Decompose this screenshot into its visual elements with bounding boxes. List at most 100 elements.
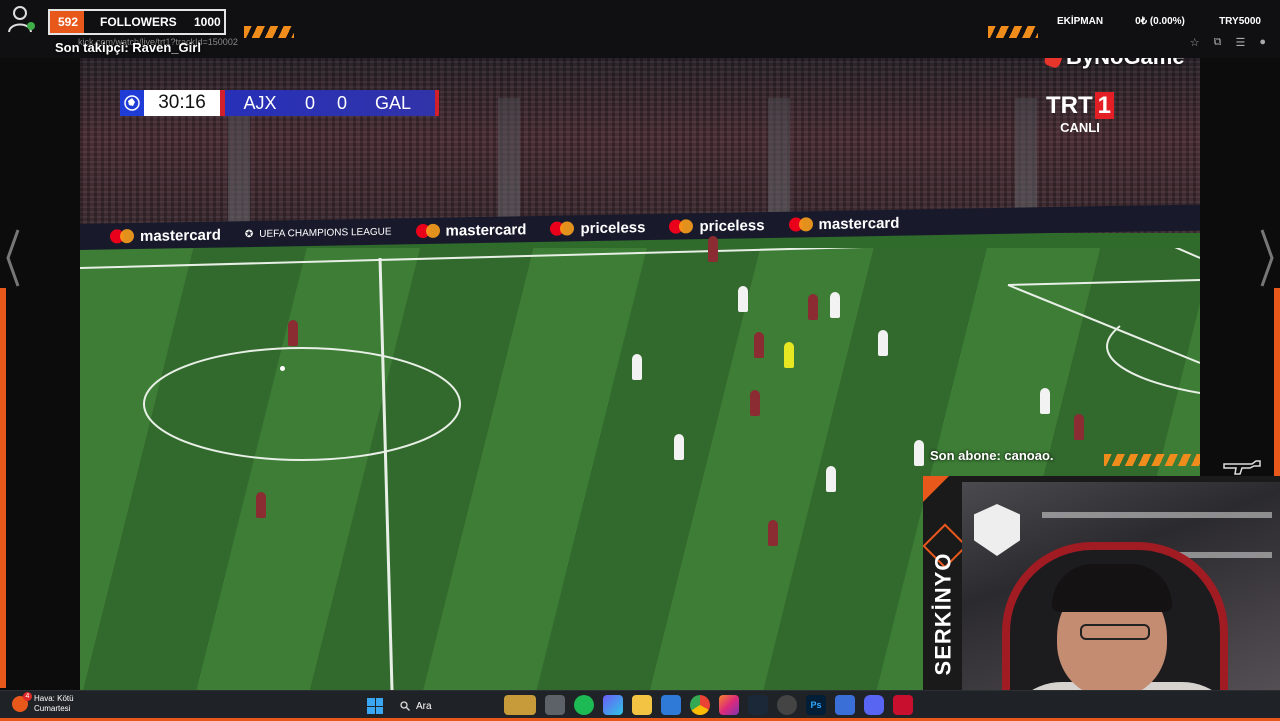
mastercard-logo-icon	[789, 217, 813, 231]
stream-overlay-topbar: 592 FOLLOWERS 1000 kick.com/watch/live/t…	[0, 0, 1280, 58]
chevron-right-icon	[1260, 229, 1274, 287]
stadium-stairs	[498, 98, 520, 233]
decorative-stripes	[244, 26, 294, 38]
channel-name: TRT	[1046, 92, 1093, 119]
weather-icon: 4	[12, 692, 32, 712]
channel-logo: TRT 1 CANLI	[1046, 92, 1115, 135]
player	[738, 286, 748, 312]
player	[256, 492, 266, 518]
bynogame-logo-icon	[1043, 58, 1065, 70]
referee	[784, 342, 794, 368]
chevron-left-icon	[6, 229, 20, 287]
discord-icon[interactable]	[864, 695, 884, 715]
away-score: 0	[336, 92, 347, 113]
game-app-icon[interactable]	[504, 695, 536, 715]
search-icon	[400, 701, 410, 711]
stadium-stairs	[228, 98, 250, 233]
instagram-icon[interactable]	[719, 695, 739, 715]
player	[708, 236, 718, 262]
ad-board: mastercard	[416, 221, 527, 240]
player	[754, 332, 764, 358]
decorative-stripes	[1104, 454, 1200, 466]
obs-icon[interactable]	[777, 695, 797, 715]
player	[808, 294, 818, 320]
player	[1074, 414, 1084, 440]
ball	[280, 366, 285, 371]
player	[1040, 388, 1050, 414]
follower-count: 592	[58, 15, 79, 29]
app-red-icon[interactable]	[893, 695, 913, 715]
task-view-icon[interactable]	[545, 695, 565, 715]
follower-goal-bar: 592 FOLLOWERS 1000	[48, 9, 226, 35]
glasses	[1080, 624, 1150, 640]
last-subscriber-text: Son abone: canoao.	[930, 448, 1054, 463]
home-team: AJX	[243, 92, 277, 113]
coupon-code: TRY5000	[1219, 15, 1261, 27]
mastercard-logo-icon	[110, 229, 134, 243]
taskbar-search[interactable]: Ara	[392, 696, 500, 716]
player	[632, 354, 642, 380]
ad-board: mastercard	[789, 214, 900, 233]
taskbar-apps: Ps	[504, 695, 913, 715]
app-icon[interactable]	[835, 695, 855, 715]
webcam-feed	[962, 482, 1280, 720]
player	[830, 292, 840, 318]
weather-widget[interactable]: 4 Hava: Kötü Cumartesi	[12, 692, 74, 714]
streamer-hair	[1052, 564, 1172, 612]
streamer-name: SERKİNYO	[930, 552, 956, 676]
user-add-icon	[8, 6, 35, 33]
away-team: GAL	[374, 92, 412, 113]
match-clock: 30:16	[144, 90, 220, 116]
menu-icon: ☰	[1235, 37, 1246, 49]
star-icon: ☆	[1189, 37, 1200, 49]
player	[750, 390, 760, 416]
follower-goal: 1000	[194, 15, 221, 29]
weather-day: Cumartesi	[34, 704, 71, 713]
browser-toolbar-ghost: ☆ ⧉ ☰ ●	[1190, 36, 1266, 49]
chrome-icon[interactable]	[690, 695, 710, 715]
ad-board: priceless	[550, 219, 645, 238]
watermark-logo: ByNoGame	[1043, 58, 1185, 70]
store-icon[interactable]	[661, 695, 681, 715]
ad-board: ✪ UEFA CHAMPIONS LEAGUE	[244, 226, 392, 240]
last-follower-text: Son takipçi: Raven_Girl	[55, 40, 201, 55]
score-teams: AJX 0 0 GAL	[220, 90, 439, 116]
left-side-panel	[0, 58, 80, 690]
player	[878, 330, 888, 356]
scoreboard: 30:16 AJX 0 0 GAL	[120, 90, 439, 116]
weather-badge: 4	[23, 692, 32, 701]
ad-board: priceless	[669, 217, 764, 236]
ucl-ball-icon	[120, 90, 144, 116]
windows-taskbar: 4 Hava: Kötü Cumartesi Ara Ps	[0, 690, 1280, 721]
ad-board: mastercard	[110, 226, 221, 245]
left-accent	[0, 288, 6, 688]
search-placeholder: Ara	[416, 700, 432, 712]
equipment-panel: EKİPMAN 0₺ (0.00%) TRY5000	[1040, 8, 1280, 34]
player	[768, 520, 778, 546]
steam-icon[interactable]	[748, 695, 768, 715]
photoshop-icon[interactable]: Ps	[806, 695, 826, 715]
weather-status: Hava: Kötü	[34, 694, 74, 703]
shelf	[1042, 512, 1272, 518]
rifle-icon	[1223, 460, 1261, 475]
player	[288, 320, 298, 346]
file-explorer-icon[interactable]	[632, 695, 652, 715]
windows-start-icon[interactable]	[367, 698, 383, 714]
copilot-icon[interactable]	[603, 695, 623, 715]
channel-number: 1	[1094, 92, 1115, 119]
mastercard-logo-icon	[416, 224, 440, 238]
spotify-icon[interactable]	[574, 695, 594, 715]
corner-triangle	[923, 476, 949, 502]
equipment-label: EKİPMAN	[1056, 15, 1104, 27]
follower-label: FOLLOWERS	[100, 15, 177, 29]
extensions-icon: ⧉	[1213, 36, 1222, 48]
decorative-stripes	[988, 26, 1038, 38]
mastercard-logo-icon	[550, 221, 574, 235]
team-logo	[974, 504, 1020, 556]
ucl-star-icon: ✪	[244, 228, 254, 240]
profile-icon: ●	[1259, 36, 1266, 48]
player	[914, 440, 924, 466]
player	[826, 466, 836, 492]
home-score: 0	[304, 92, 315, 113]
equipment-value: 0₺ (0.00%)	[1135, 15, 1185, 27]
